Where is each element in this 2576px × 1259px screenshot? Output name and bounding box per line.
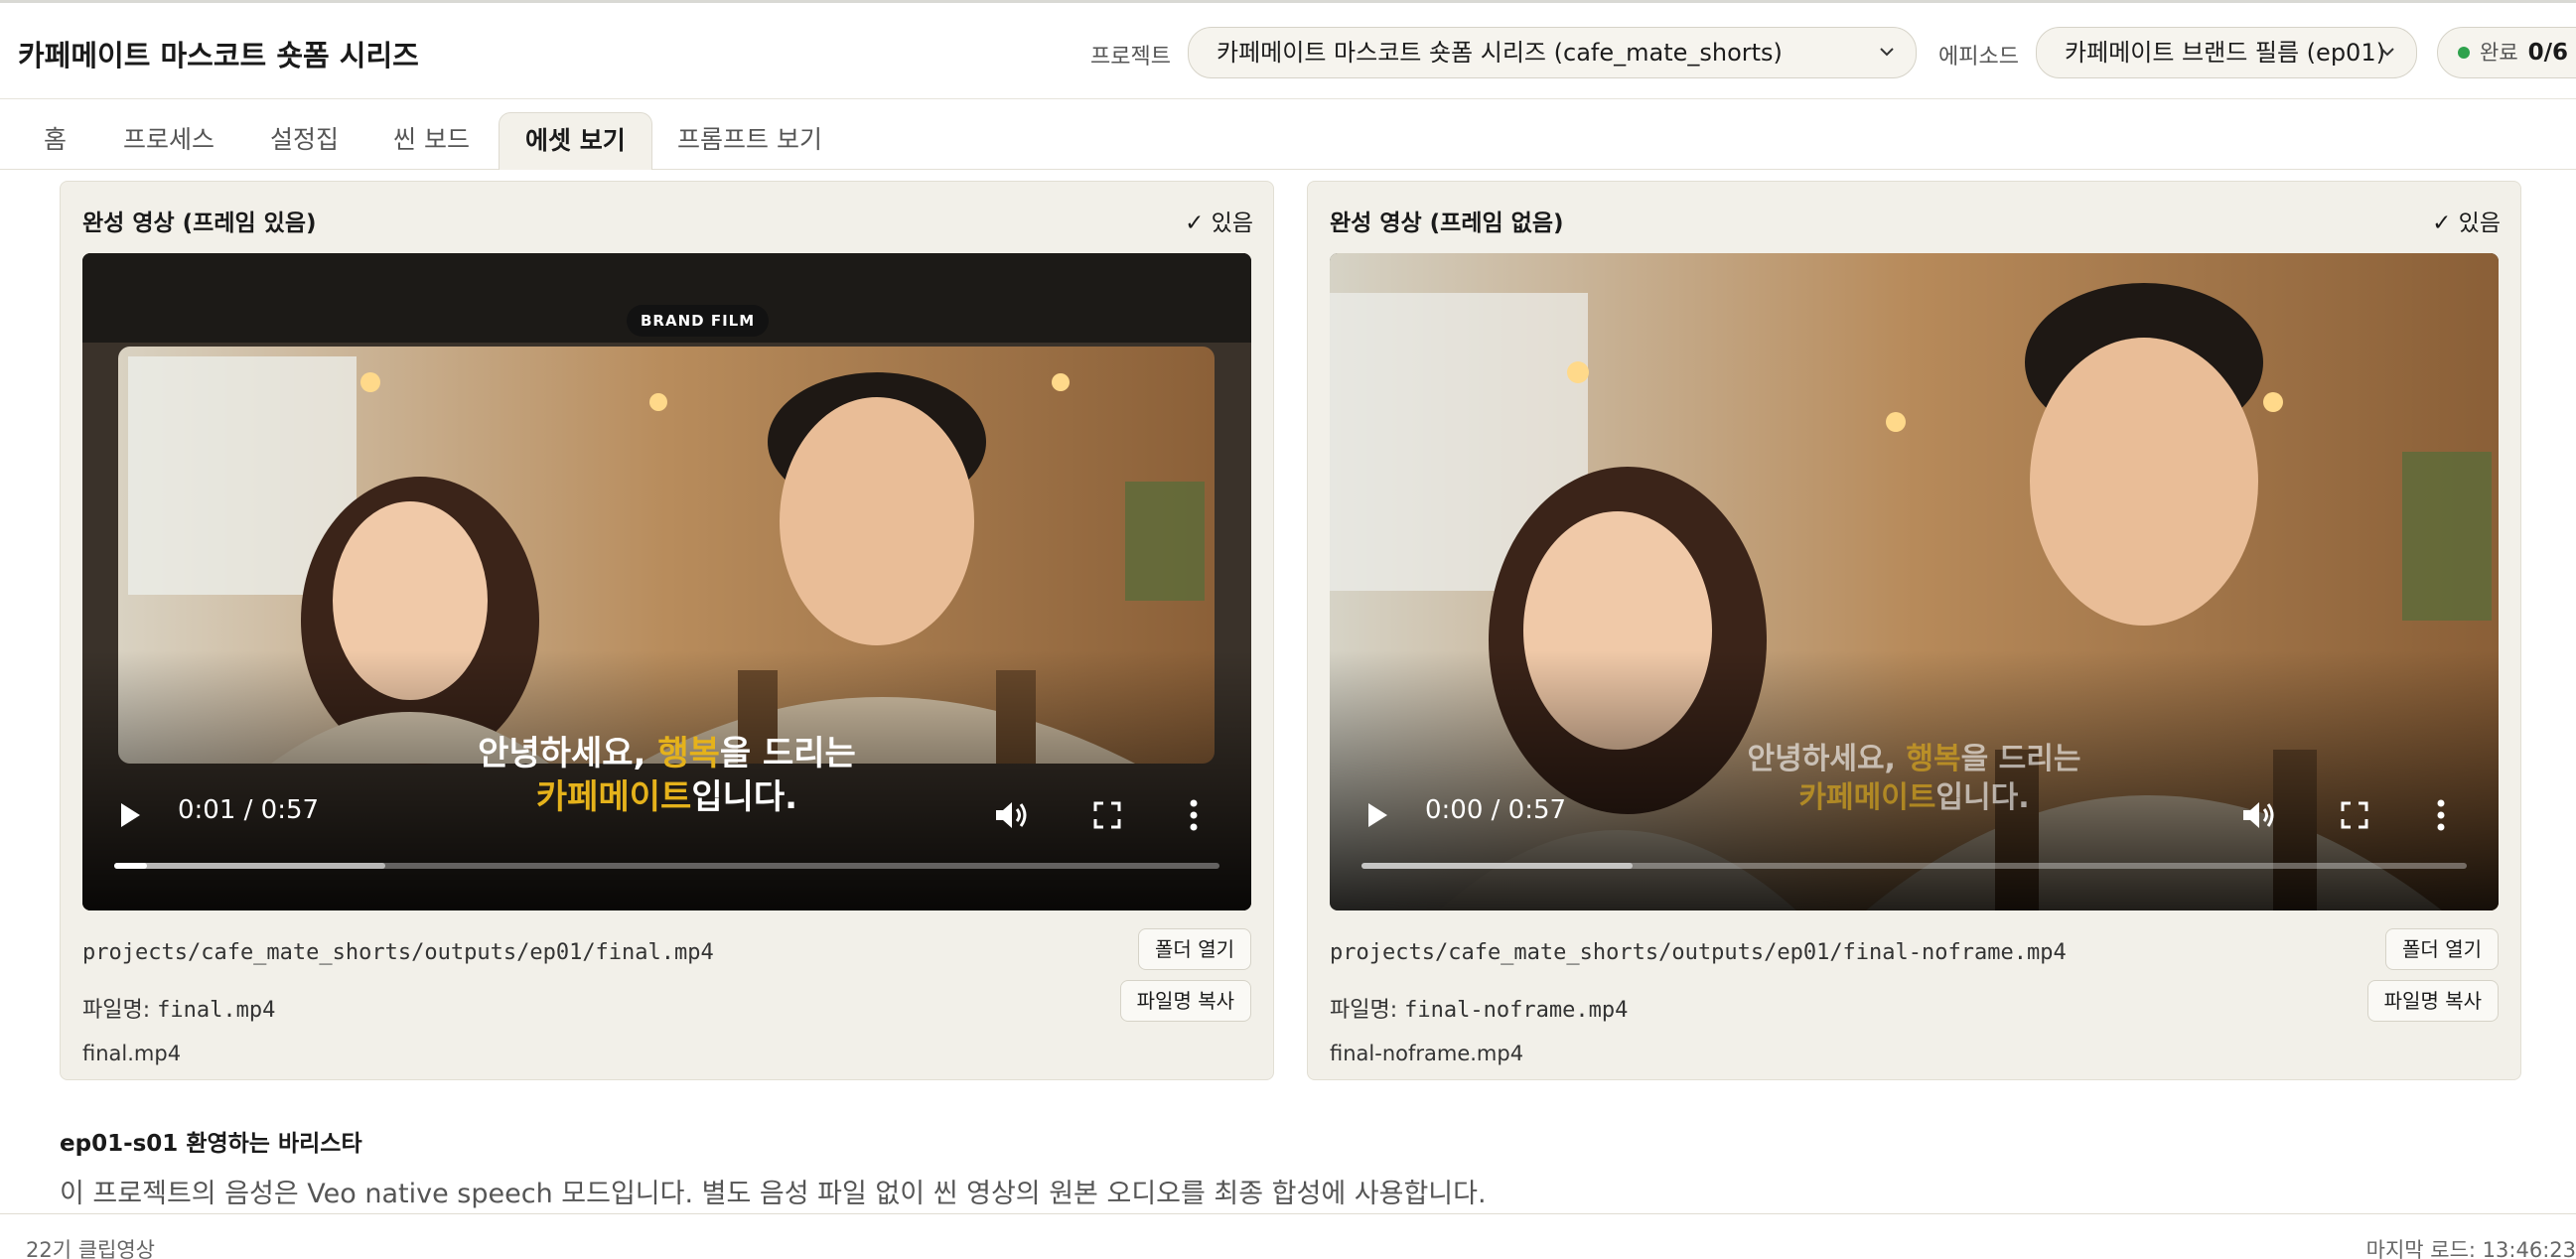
more-options-icon[interactable]: [2436, 799, 2446, 831]
video-progress-bar[interactable]: [114, 863, 1219, 869]
availability-indicator: ✓ 있음: [2432, 210, 2501, 236]
filename-row: 파일명: final-noframe.mp4: [1330, 992, 1628, 1024]
status-dot-icon: [2458, 47, 2470, 59]
project-select[interactable]: 카페메이트 마스코트 숏폼 시리즈 (cafe_mate_shorts): [1188, 27, 1917, 78]
filename-value: final.mp4: [157, 998, 276, 1023]
subtitle-line2-highlight: 카페메이트: [535, 777, 692, 818]
subtitle-line1-highlight: 행복: [1906, 742, 1961, 776]
file-path: projects/cafe_mate_shorts/outputs/ep01/f…: [82, 940, 714, 965]
main-content: 완성 영상 (프레임 있음) ✓ 있음 BRAND FILM 안녕하세요, 행복…: [0, 171, 2576, 1213]
subtitle-line1-highlight: 행복: [657, 734, 720, 773]
open-folder-button[interactable]: 폴더 열기: [2385, 928, 2499, 970]
subtitle-line1-c: 을 드리는: [719, 734, 856, 773]
fullscreen-icon[interactable]: [2341, 801, 2368, 829]
tab-asset-view[interactable]: 에셋 보기: [499, 112, 652, 170]
filename-label: 파일명:: [82, 998, 158, 1023]
asset-card-final-noframe: 완성 영상 (프레임 없음) ✓ 있음 안녕하세요, 행복을 드리는 카페메이트…: [1307, 181, 2521, 1080]
subtitle-line1-a: 안녕하세요,: [1747, 742, 1907, 776]
asset-card-final: 완성 영상 (프레임 있음) ✓ 있음 BRAND FILM 안녕하세요, 행복…: [60, 181, 1274, 1080]
video-time: 0:01 / 0:57: [178, 795, 320, 825]
subtitle-line1-a: 안녕하세요,: [478, 734, 658, 773]
tab-scene-board[interactable]: 씬 보드: [367, 112, 496, 170]
card-title: 완성 영상 (프레임 없음): [1330, 210, 1564, 236]
volume-icon[interactable]: [2241, 799, 2277, 831]
filename-row: 파일명: final.mp4: [82, 992, 275, 1024]
scene-description: 이 프로젝트의 음성은 Veo native speech 모드입니다. 별도 …: [60, 1179, 1487, 1209]
status-bar: 22기 클립영상 마지막 로드: 13:46:23: [0, 1213, 2576, 1259]
tab-prompt-view[interactable]: 프롬프트 보기: [651, 112, 848, 170]
fullscreen-icon[interactable]: [1093, 801, 1121, 829]
progress-buffered: [1361, 863, 1633, 869]
file-caption: final-noframe.mp4: [1330, 1042, 1524, 1065]
status-label: 완료: [2480, 41, 2518, 65]
tab-process[interactable]: 프로세스: [97, 112, 240, 170]
project-select-value: 카페메이트 마스코트 숏폼 시리즈 (cafe_mate_shorts): [1216, 39, 1783, 67]
status-badge: 완료 0/6: [2437, 27, 2576, 78]
episode-label: 에피소드: [1938, 45, 2019, 70]
file-caption: final.mp4: [82, 1042, 182, 1065]
episode-select[interactable]: 카페메이트 브랜드 필름 (ep01): [2036, 27, 2417, 78]
more-options-icon[interactable]: [1189, 799, 1199, 831]
brand-film-badge: BRAND FILM: [627, 305, 770, 337]
filename-value: final-noframe.mp4: [1404, 998, 1629, 1023]
open-folder-button[interactable]: 폴더 열기: [1138, 928, 1251, 970]
status-bar-left: 22기 클립영상: [26, 1238, 155, 1259]
progress-buffered: [114, 863, 385, 869]
copy-filename-button[interactable]: 파일명 복사: [1119, 980, 1251, 1022]
filename-label: 파일명:: [1330, 998, 1405, 1023]
card-title: 완성 영상 (프레임 있음): [82, 210, 317, 236]
tab-settings-book[interactable]: 설정집: [244, 112, 364, 170]
project-label: 프로젝트: [1090, 45, 1171, 70]
subtitle-line2-b: 입니다.: [691, 777, 798, 818]
status-count: 0/6: [2527, 40, 2569, 66]
video-player[interactable]: BRAND FILM 안녕하세요, 행복을 드리는 카페메이트입니다. 0:01…: [82, 253, 1251, 910]
video-progress-bar[interactable]: [1361, 863, 2467, 869]
play-icon[interactable]: [118, 801, 142, 829]
episode-select-value: 카페메이트 브랜드 필름 (ep01): [2065, 39, 2385, 67]
subtitle-line2-highlight: 카페메이트: [1798, 780, 1936, 815]
play-icon[interactable]: [1365, 801, 1389, 829]
subtitle-line1-c: 을 드리는: [1960, 742, 2081, 776]
tab-bar: 홈 프로세스 설정집 씬 보드 에셋 보기 프롬프트 보기: [0, 100, 2576, 170]
chevron-down-icon: [1880, 48, 1894, 57]
app-header: 카페메이트 마스코트 숏폼 시리즈 프로젝트 카페메이트 마스코트 숏폼 시리즈…: [0, 0, 2576, 99]
volume-icon[interactable]: [994, 799, 1030, 831]
availability-indicator: ✓ 있음: [1185, 210, 1253, 236]
scene-title: ep01-s01 환영하는 바리스타: [60, 1131, 362, 1157]
app-title: 카페메이트 마스코트 숏폼 시리즈: [18, 39, 419, 72]
last-load-time: 마지막 로드: 13:46:23: [2365, 1238, 2576, 1259]
video-time: 0:00 / 0:57: [1425, 795, 1567, 825]
tab-home[interactable]: 홈: [18, 112, 92, 170]
copy-filename-button[interactable]: 파일명 복사: [2366, 980, 2499, 1022]
subtitle-line2-b: 입니다.: [1935, 780, 2030, 815]
file-path: projects/cafe_mate_shorts/outputs/ep01/f…: [1330, 940, 2067, 965]
progress-played: [114, 863, 148, 869]
chevron-down-icon: [2380, 48, 2394, 57]
video-player[interactable]: 안녕하세요, 행복을 드리는 카페메이트입니다. 0:00 / 0:57: [1330, 253, 2499, 910]
